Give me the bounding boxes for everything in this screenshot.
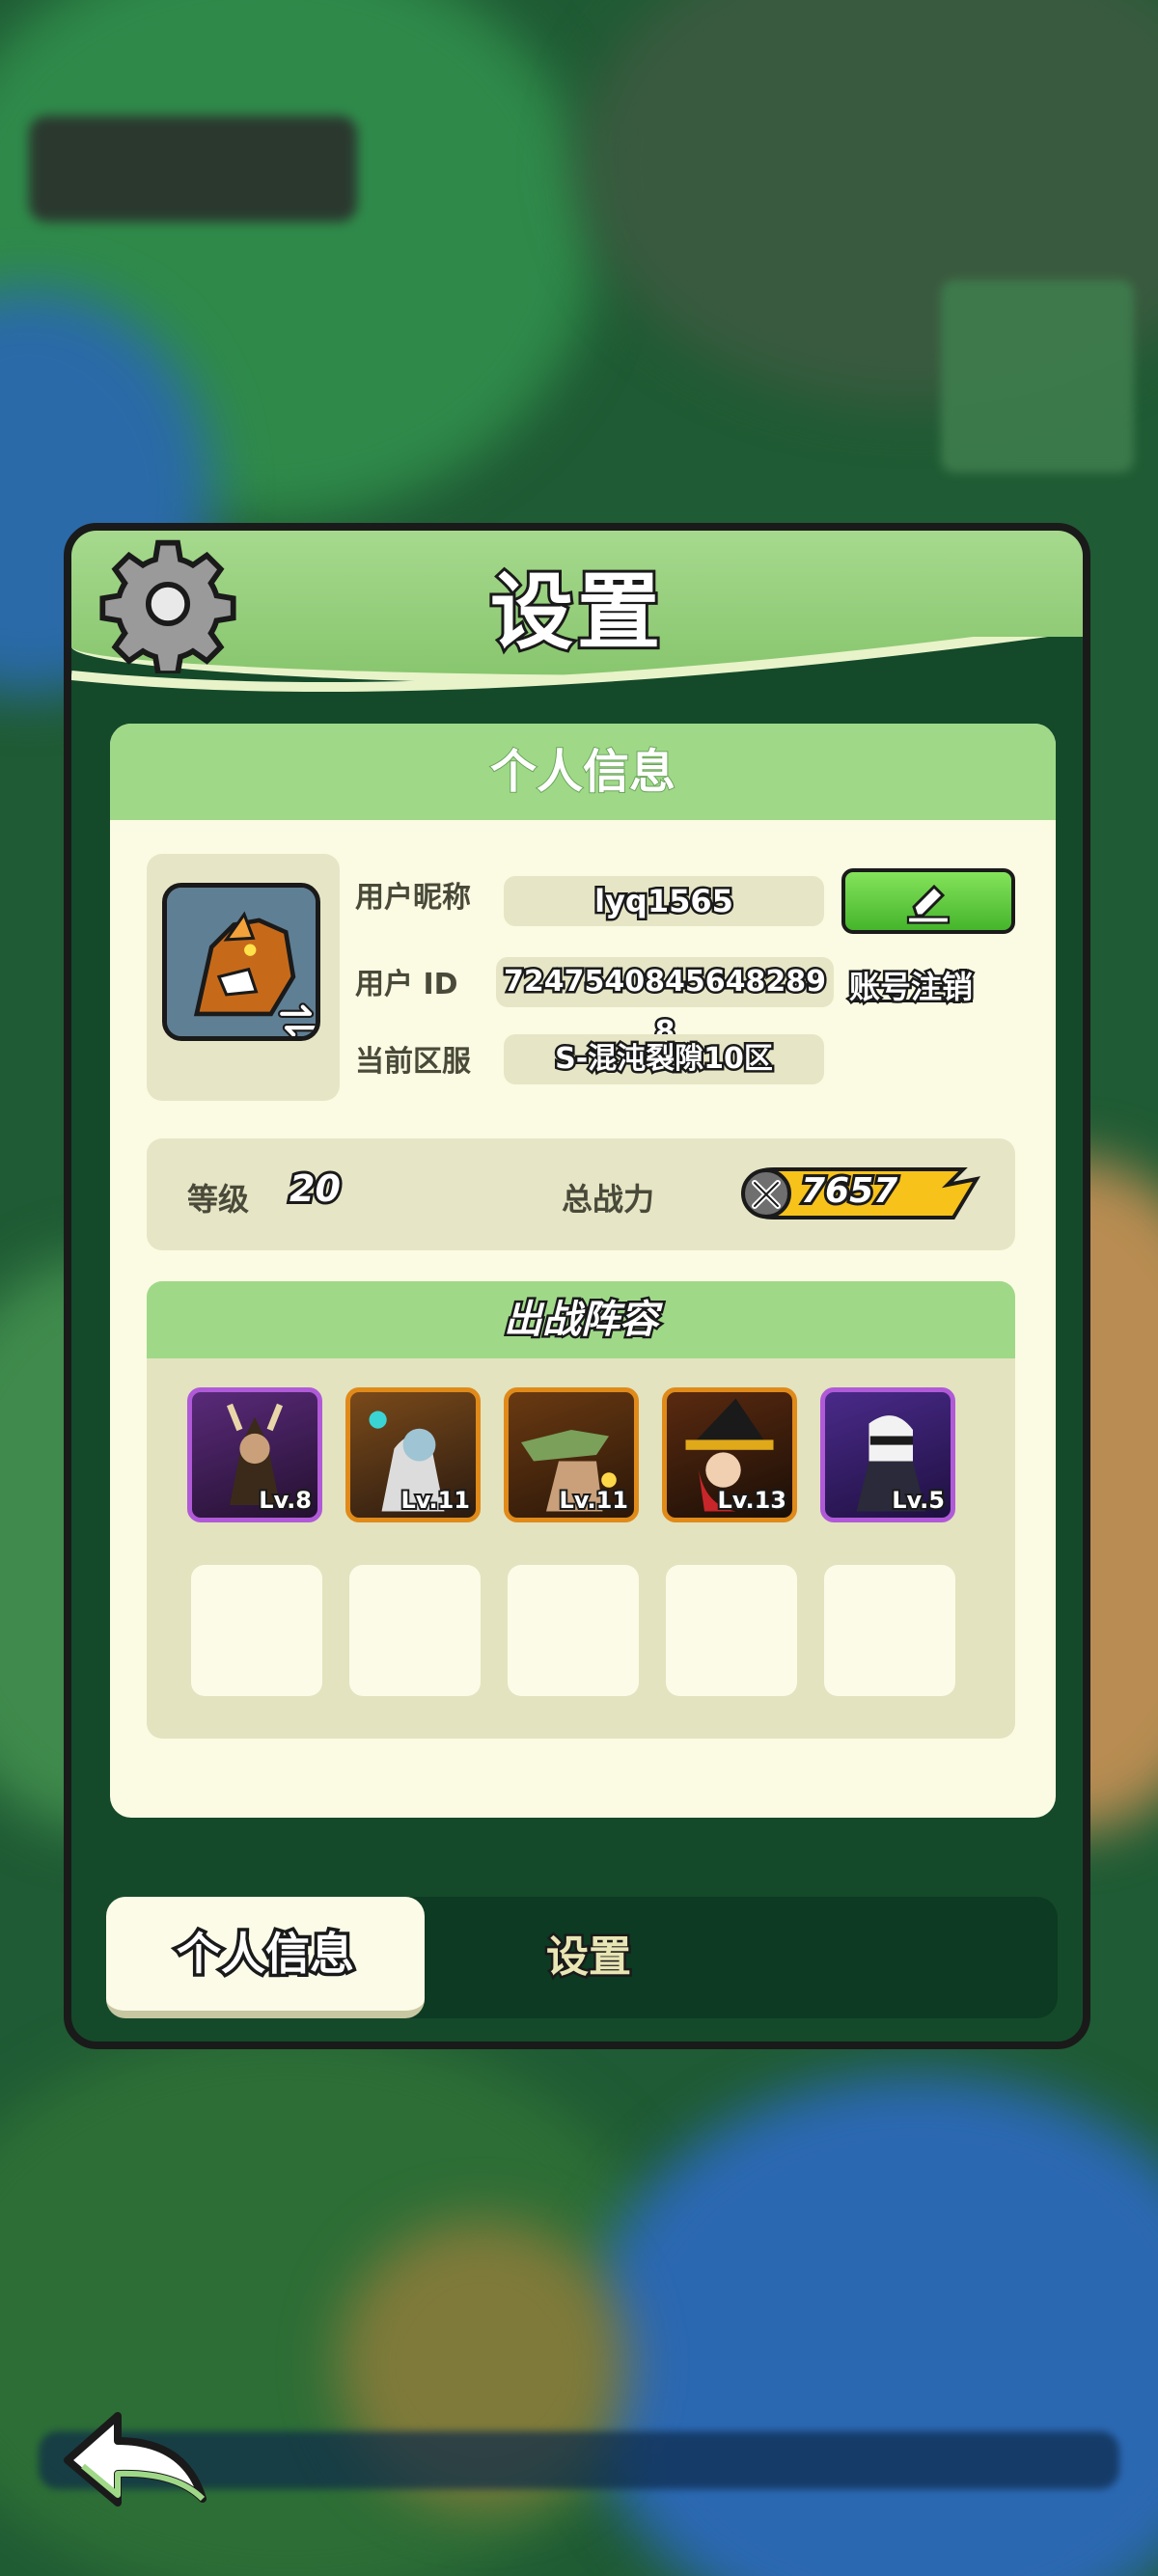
empty-hero-slot[interactable] <box>824 1565 955 1696</box>
hero-level: Lv.8 <box>257 1485 314 1516</box>
swap-icon <box>278 1002 316 1036</box>
empty-hero-slot[interactable] <box>349 1565 481 1696</box>
hero-card[interactable]: Lv.5 <box>820 1387 955 1522</box>
section-title: 个人信息 <box>110 724 1056 820</box>
tab-profile[interactable]: 个人信息 <box>106 1897 425 2018</box>
tab-settings[interactable]: 设置 <box>492 1897 685 2018</box>
cancel-account-link[interactable]: 账号注销 <box>846 963 975 1008</box>
user-id-value: 7247540845648289​8 <box>496 957 834 1052</box>
user-id-label: 用户 ID <box>355 968 458 1001</box>
server-value: S-混沌裂隙10区 <box>504 1034 824 1084</box>
power-badge: 7657 <box>735 1164 984 1223</box>
server-label: 当前区服 <box>355 1045 471 1079</box>
hero-card[interactable]: Lv.11 <box>345 1387 481 1522</box>
hero-level: Lv.11 <box>558 1485 630 1516</box>
tab-bar: 个人信息 设置 <box>106 1897 1058 2018</box>
hero-level: Lv.11 <box>400 1485 472 1516</box>
back-arrow-icon[interactable] <box>60 2402 214 2518</box>
pencil-icon <box>906 884 951 924</box>
level-label: 等级 <box>187 1181 250 1218</box>
stats-bar: 等级 20 总战力 7657 <box>147 1138 1015 1250</box>
level-value: 20 <box>287 1165 344 1213</box>
hero-card[interactable]: Lv.11 <box>504 1387 639 1522</box>
lineup-panel: 出战阵容 Lv.8 Lv.11 Lv.11 Lv.13 Lv.5 <box>147 1281 1015 1739</box>
power-label: 总战力 <box>562 1181 655 1218</box>
empty-hero-slot[interactable] <box>508 1565 639 1696</box>
nickname-value: lyq1565 <box>504 876 824 926</box>
settings-panel: 设置 个人信息 用户昵称 lyq1565 用户 ID 7247540845648… <box>64 523 1090 2049</box>
hero-card[interactable]: Lv.8 <box>187 1387 322 1522</box>
minimap-blurred <box>941 280 1134 473</box>
empty-hero-slot[interactable] <box>191 1565 322 1696</box>
avatar-box <box>147 854 340 1101</box>
lineup-title: 出战阵容 <box>147 1281 1015 1358</box>
hero-level: Lv.5 <box>890 1485 947 1516</box>
panel-title: 设置 <box>487 562 664 664</box>
avatar[interactable] <box>162 883 320 1041</box>
empty-hero-slot[interactable] <box>666 1565 797 1696</box>
profile-card: 个人信息 用户昵称 lyq1565 用户 ID 7247540845648289… <box>110 724 1056 1818</box>
edit-nickname-button[interactable] <box>841 868 1015 934</box>
hero-card[interactable]: Lv.13 <box>662 1387 797 1522</box>
nickname-label: 用户昵称 <box>355 881 471 915</box>
hero-level: Lv.13 <box>716 1485 788 1516</box>
power-value: 7657 <box>798 1168 900 1214</box>
player-hud-blurred <box>29 116 357 222</box>
